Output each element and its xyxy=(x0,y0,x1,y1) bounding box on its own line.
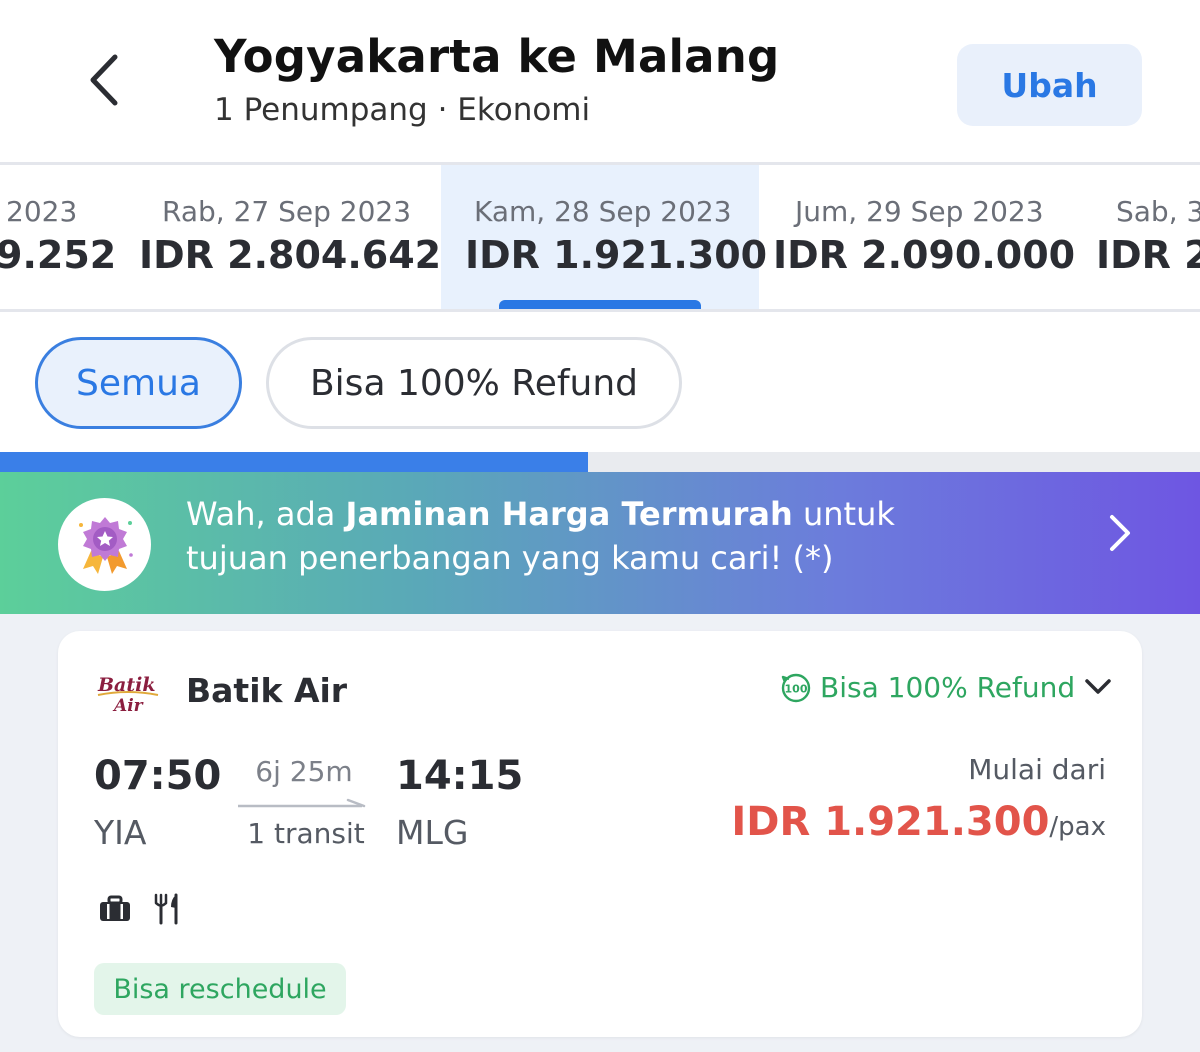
date-tab[interactable]: Jum, 29 Sep 2023 IDR 2.090.000 xyxy=(760,165,1080,309)
page-title: Yogyakarta ke Malang xyxy=(214,30,780,83)
change-search-button[interactable]: Ubah xyxy=(957,44,1142,126)
banner-text-bold: Jaminan Harga Termurah xyxy=(345,495,793,533)
refund-tag: 100 Bisa 100% Refund xyxy=(780,671,1075,704)
date-tab[interactable]: Rab, 27 Sep 2023 IDR 2.804.642 xyxy=(120,165,442,309)
date-tab-date: Jum, 29 Sep 2023 xyxy=(795,195,1044,228)
route-arrow-icon xyxy=(238,798,366,808)
meal-icon xyxy=(154,893,178,925)
badge-icon-container xyxy=(58,498,151,591)
date-tab-price: IDR 2.090.000 xyxy=(773,233,1076,277)
date-tab-date: 2023 xyxy=(6,195,78,228)
date-tab-date: Sab, 3 xyxy=(1116,195,1200,228)
chevron-right-icon xyxy=(1110,515,1130,551)
flight-duration: 6j 25m xyxy=(255,755,353,788)
banner-text-before: Wah, ada xyxy=(186,495,346,533)
filter-chip-refund[interactable]: Bisa 100% Refund xyxy=(266,337,682,429)
airline-name: Batik Air xyxy=(186,671,348,710)
refund-icon-text: 100 xyxy=(785,682,808,695)
date-tab[interactable]: Sab, 3 IDR 2 xyxy=(1080,165,1200,309)
flight-result-card[interactable]: Batik Air Batik Air 100 Bisa 100% Refund… xyxy=(58,631,1142,1037)
departure-time: 07:50 xyxy=(94,753,222,799)
banner-message: Wah, ada Jaminan Harga Termurah untuk tu… xyxy=(186,492,1006,580)
baggage-icon xyxy=(100,895,130,921)
date-tab-price: IDR 2.804.642 xyxy=(139,233,442,277)
svg-text:Air: Air xyxy=(112,696,144,715)
departure-airport: YIA xyxy=(94,813,147,852)
price-guarantee-banner[interactable]: Wah, ada Jaminan Harga Termurah untuk tu… xyxy=(0,472,1200,614)
back-button[interactable] xyxy=(80,50,128,110)
chevron-down-icon[interactable] xyxy=(1083,677,1113,697)
price-unit: /pax xyxy=(1049,812,1106,842)
page-subtitle: 1 Penumpang · Ekonomi xyxy=(214,92,591,128)
reschedule-badge: Bisa reschedule xyxy=(94,963,346,1015)
arrival-airport: MLG xyxy=(396,813,469,852)
date-tab-price: IDR 2 xyxy=(1096,233,1200,277)
loading-progress-bar xyxy=(0,452,1200,472)
airline-logo: Batik Air xyxy=(97,674,159,715)
header: Yogyakarta ke Malang 1 Penumpang · Ekono… xyxy=(0,0,1200,162)
price-label: Mulai dari xyxy=(968,753,1106,786)
chevron-left-icon xyxy=(90,54,118,106)
date-tab-price: IDR 1.921.300 xyxy=(465,233,768,277)
filter-chip-all[interactable]: Semua xyxy=(35,337,242,429)
date-tab[interactable]: 2023 9.252 xyxy=(0,165,120,309)
transit-info: 1 transit xyxy=(247,817,365,850)
price-amount: IDR 1.921.300 xyxy=(731,799,1050,845)
award-badge-icon xyxy=(78,516,133,574)
arrival-time: 14:15 xyxy=(396,753,524,799)
date-tab-price: 9.252 xyxy=(0,233,117,277)
selected-date-indicator xyxy=(499,300,701,309)
date-tab-selected[interactable]: Kam, 28 Sep 2023 IDR 1.921.300 xyxy=(441,165,767,309)
date-selector: 2023 9.252 Rab, 27 Sep 2023 IDR 2.804.64… xyxy=(0,162,1200,312)
flight-price: IDR 1.921.300/pax xyxy=(731,799,1106,845)
refund-100-icon: 100 xyxy=(781,673,811,702)
date-tab-date: Rab, 27 Sep 2023 xyxy=(162,195,412,228)
date-tab-date: Kam, 28 Sep 2023 xyxy=(474,195,732,228)
loading-progress-fill xyxy=(0,452,588,472)
refund-tag-label: Bisa 100% Refund xyxy=(820,671,1076,704)
